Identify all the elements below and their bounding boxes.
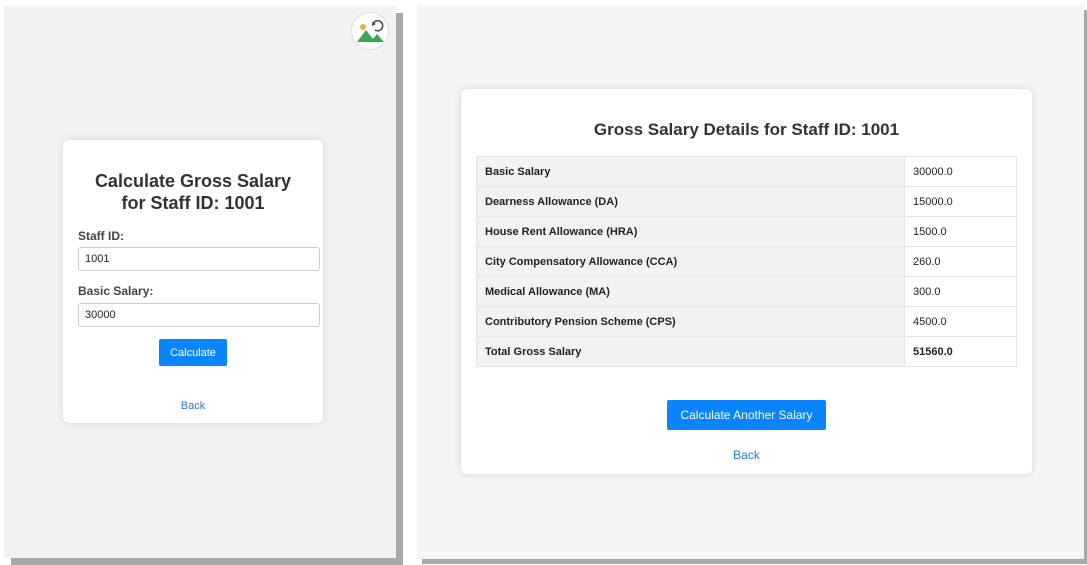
back-link[interactable]: Back [181,400,205,412]
table-row: Basic Salary 30000.0 [476,156,1017,187]
row-label: Medical Allowance (MA) [476,276,905,307]
row-value: 4500.0 [904,306,1017,337]
total-row: Total Gross Salary 51560.0 [476,336,1017,367]
table-row: City Compensatory Allowance (CCA) 260.0 [476,246,1017,277]
table-row: Medical Allowance (MA) 300.0 [476,276,1017,307]
row-label: City Compensatory Allowance (CCA) [476,246,905,277]
staff-id-input[interactable] [78,247,320,271]
row-value: 260.0 [904,246,1017,277]
row-value: 30000.0 [904,156,1017,187]
calculate-another-button[interactable]: Calculate Another Salary [667,400,826,430]
back-link-wrapper: Back [461,446,1032,464]
row-value: 300.0 [904,276,1017,307]
back-link-wrapper: Back [63,396,323,414]
table-row: Contributory Pension Scheme (CPS) 4500.0 [476,306,1017,337]
total-value: 51560.0 [904,336,1017,367]
salary-details-table: Basic Salary 30000.0 Dearness Allowance … [476,156,1017,367]
calculate-button[interactable]: Calculate [159,339,227,366]
row-label: Basic Salary [476,156,905,187]
details-title: Gross Salary Details for Staff ID: 1001 [593,120,900,139]
total-label: Total Gross Salary [476,336,905,367]
row-label: House Rent Allowance (HRA) [476,216,905,247]
form-title: Calculate Gross Salary for Staff ID: 100… [63,170,323,214]
image-refresh-icon[interactable] [351,12,389,50]
back-link[interactable]: Back [733,448,760,462]
staff-id-label: Staff ID: [78,229,124,243]
table-row: Dearness Allowance (DA) 15000.0 [476,186,1017,217]
right-window: Gross Salary Details for Staff ID: 1001 … [417,5,1084,559]
salary-details-card: Gross Salary Details for Staff ID: 1001 … [461,89,1032,474]
calculate-salary-card: Calculate Gross Salary for Staff ID: 100… [63,140,323,423]
form-title-line2: for Staff ID: 1001 [121,193,265,213]
row-value: 15000.0 [904,186,1017,217]
row-label: Dearness Allowance (DA) [476,186,905,217]
basic-salary-label: Basic Salary: [78,284,154,298]
row-label: Contributory Pension Scheme (CPS) [476,306,905,337]
basic-salary-input[interactable] [78,303,320,327]
table-row: House Rent Allowance (HRA) 1500.0 [476,216,1017,247]
row-value: 1500.0 [904,216,1017,247]
left-window: Calculate Gross Salary for Staff ID: 100… [4,6,396,558]
form-title-line1: Calculate Gross Salary [94,171,292,191]
